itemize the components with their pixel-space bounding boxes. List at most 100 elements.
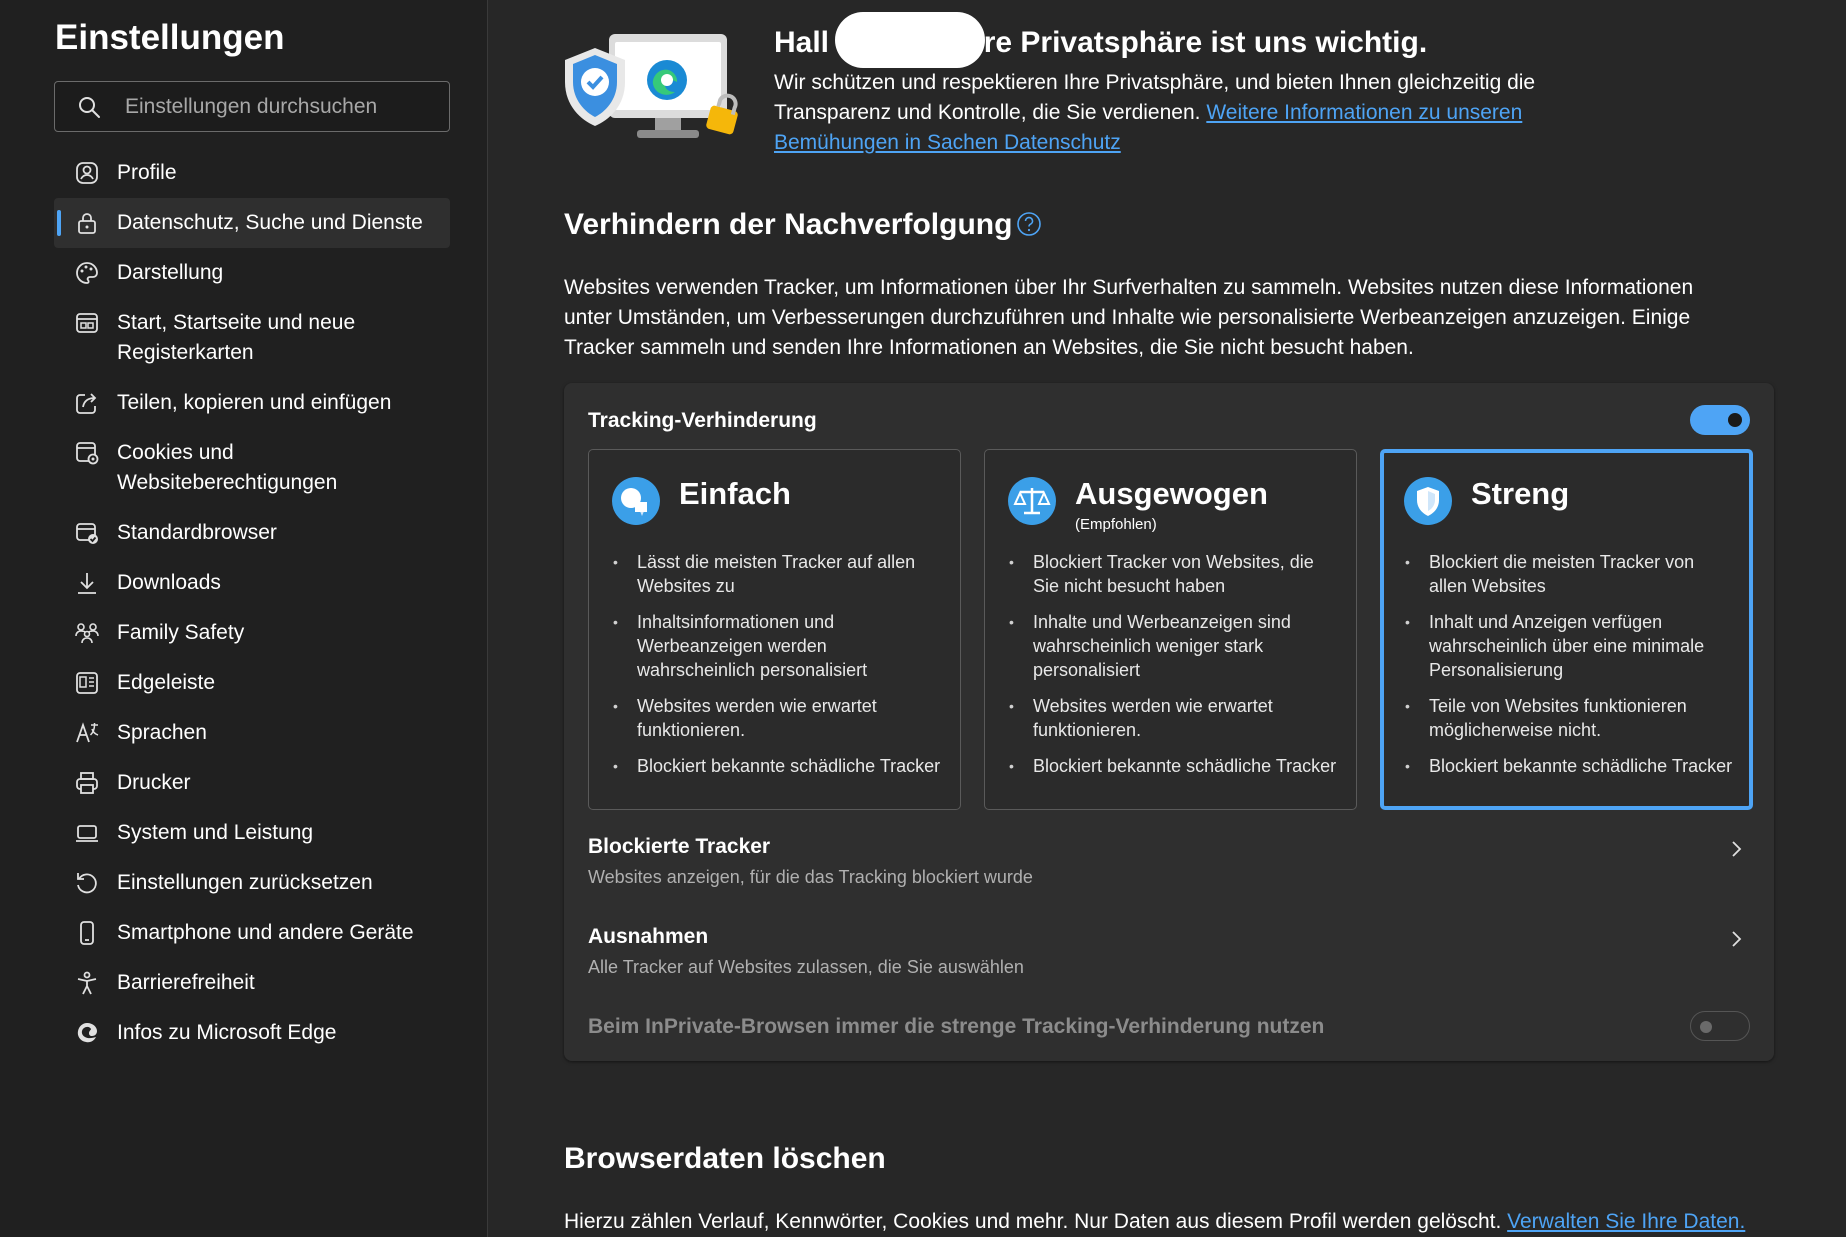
level-bullet: Blockiert die meisten Tracker von allen … bbox=[1403, 550, 1735, 598]
scale-icon bbox=[1008, 477, 1056, 525]
settings-search[interactable] bbox=[54, 81, 450, 132]
nav-item-label: Infos zu Microsoft Edge bbox=[117, 1021, 337, 1044]
settings-title: Einstellungen bbox=[55, 18, 285, 57]
search-input[interactable] bbox=[125, 94, 445, 119]
shield-icon bbox=[1404, 477, 1452, 525]
palette-icon bbox=[74, 260, 100, 286]
nav-item-label: Family Safety bbox=[117, 621, 245, 644]
level-bullet: Teile von Websites funktionieren möglich… bbox=[1403, 694, 1735, 742]
level-bullet: Websites werden wie erwartet funktionier… bbox=[611, 694, 946, 742]
row-subtitle: Websites anzeigen, für die das Tracking … bbox=[588, 867, 1033, 887]
sidebar: Einstellungen Profile Datenschutz, Suche… bbox=[0, 0, 488, 1237]
nav-item-label: Smartphone und andere Geräte bbox=[117, 921, 414, 944]
level-bullet: Blockiert bekannte schädliche Tracker bbox=[1007, 754, 1342, 778]
hero-title-start: Hall bbox=[774, 26, 830, 59]
nav-item-profile[interactable]: Profile bbox=[54, 148, 450, 198]
nav-item-edge-bar[interactable]: Edgeleiste bbox=[54, 658, 450, 708]
nav-item-label: Standardbrowser bbox=[117, 521, 277, 544]
nav-item-label: Darstellung bbox=[117, 261, 224, 284]
clear-data-description: Hierzu zählen Verlauf, Kennwörter, Cooki… bbox=[564, 1207, 1814, 1237]
nav-item-start-page[interactable]: Start, Startseite und neue Registerkarte… bbox=[54, 298, 450, 378]
tracking-card: Tracking-Verhinderung Einfach Lässt die … bbox=[564, 383, 1774, 1061]
inprivate-strict-label: Beim InPrivate-Browsen immer die strenge… bbox=[588, 1015, 1325, 1038]
profile-icon bbox=[74, 160, 100, 186]
nav-item-reset[interactable]: Einstellungen zurücksetzen bbox=[54, 858, 450, 908]
search-icon bbox=[79, 96, 100, 118]
download-icon bbox=[74, 570, 100, 596]
level-name: Streng bbox=[1471, 476, 1570, 511]
start-page-icon bbox=[74, 310, 100, 336]
nav-item-accessibility[interactable]: Barrierefreiheit bbox=[54, 958, 450, 1008]
hero-description: Wir schützen und respektieren Ihre Priva… bbox=[774, 68, 1564, 158]
laptop-icon bbox=[74, 820, 100, 846]
nav-item-appearance[interactable]: Darstellung bbox=[54, 248, 450, 298]
nav-item-privacy[interactable]: Datenschutz, Suche und Dienste bbox=[54, 198, 450, 248]
level-name: Einfach bbox=[679, 476, 791, 511]
nav-item-languages[interactable]: Sprachen bbox=[54, 708, 450, 758]
language-icon bbox=[74, 720, 100, 746]
default-browser-icon bbox=[74, 520, 100, 546]
nav-item-label: Downloads bbox=[117, 571, 221, 594]
row-subtitle: Alle Tracker auf Websites zulassen, die … bbox=[588, 957, 1024, 977]
tracking-toggle[interactable] bbox=[1690, 405, 1750, 435]
nav-item-system[interactable]: System und Leistung bbox=[54, 808, 450, 858]
nav-item-cookies[interactable]: Cookies und Websiteberechtigungen bbox=[54, 428, 450, 508]
chevron-right-icon bbox=[1732, 931, 1742, 947]
share-icon bbox=[74, 390, 100, 416]
exceptions-row[interactable]: Ausnahmen Alle Tracker auf Websites zula… bbox=[588, 925, 1750, 978]
reset-icon bbox=[74, 870, 100, 896]
toggle-knob bbox=[1728, 413, 1742, 427]
clear-data-text: Hierzu zählen Verlauf, Kennwörter, Cooki… bbox=[564, 1210, 1508, 1233]
nav-item-label: Drucker bbox=[117, 771, 191, 794]
chevron-right-icon bbox=[1732, 841, 1742, 857]
level-strict-card[interactable]: Streng Blockiert die meisten Tracker von… bbox=[1380, 449, 1753, 810]
settings-nav: Profile Datenschutz, Suche und Dienste D… bbox=[54, 148, 450, 1058]
toggle-knob bbox=[1700, 1021, 1712, 1033]
clear-data-heading: Browserdaten löschen bbox=[564, 1142, 886, 1175]
level-name: Ausgewogen bbox=[1075, 476, 1268, 511]
edge-icon bbox=[74, 1020, 100, 1046]
nav-item-label: Edgeleiste bbox=[117, 671, 216, 694]
row-title: Blockierte Tracker bbox=[588, 835, 771, 858]
level-bullet: Blockiert bekannte schädliche Tracker bbox=[1403, 754, 1735, 778]
row-title: Ausnahmen bbox=[588, 925, 709, 948]
level-bullet: Blockiert bekannte schädliche Tracker bbox=[611, 754, 946, 778]
level-bullet: Lässt die meisten Tracker auf allen Webs… bbox=[611, 550, 946, 598]
inprivate-strict-toggle[interactable] bbox=[1690, 1011, 1750, 1041]
nav-item-label: Einstellungen zurücksetzen bbox=[117, 871, 373, 894]
nav-item-label: Sprachen bbox=[117, 721, 207, 744]
nav-item-label: System und Leistung bbox=[117, 821, 314, 844]
level-bullet: Inhaltsinformationen und Werbeanzeigen w… bbox=[611, 610, 946, 682]
nav-item-label: Teilen, kopieren und einfügen bbox=[117, 391, 392, 414]
printer-icon bbox=[74, 770, 100, 796]
nav-item-label: Cookies und Websiteberechtigungen bbox=[117, 441, 338, 494]
sidebar-panel-icon bbox=[74, 670, 100, 696]
nav-item-share[interactable]: Teilen, kopieren und einfügen bbox=[54, 378, 450, 428]
level-basic-card[interactable]: Einfach Lässt die meisten Tracker auf al… bbox=[588, 449, 961, 810]
phone-icon bbox=[74, 920, 100, 946]
accessibility-icon bbox=[74, 970, 100, 996]
nav-item-phone[interactable]: Smartphone und andere Geräte bbox=[54, 908, 450, 958]
cookies-icon bbox=[74, 440, 100, 466]
level-balanced-card[interactable]: Ausgewogen (Empfohlen) Blockiert Tracker… bbox=[984, 449, 1357, 810]
nav-item-about-edge[interactable]: Infos zu Microsoft Edge bbox=[54, 1008, 450, 1058]
nav-item-downloads[interactable]: Downloads bbox=[54, 558, 450, 608]
level-subtitle: (Empfohlen) bbox=[1075, 516, 1157, 533]
blocked-trackers-row[interactable]: Blockierte Tracker Websites anzeigen, fü… bbox=[588, 835, 1750, 888]
help-icon[interactable] bbox=[1016, 211, 1042, 237]
nav-item-default-browser[interactable]: Standardbrowser bbox=[54, 508, 450, 558]
level-bullet: Websites werden wie erwartet funktionier… bbox=[1007, 694, 1342, 742]
level-bullets: Blockiert Tracker von Websites, die Sie … bbox=[1007, 550, 1342, 790]
main-content: Hall Ihre Privatsphäre ist uns wichtig. W… bbox=[489, 0, 1846, 1237]
redaction-mark bbox=[835, 12, 985, 68]
nav-item-label: Barrierefreiheit bbox=[117, 971, 255, 994]
nav-item-label: Datenschutz, Suche und Dienste bbox=[117, 211, 423, 234]
basic-shapes-icon bbox=[612, 477, 660, 525]
level-bullet: Blockiert Tracker von Websites, die Sie … bbox=[1007, 550, 1342, 598]
tracking-heading: Verhindern der Nachverfolgung bbox=[564, 208, 1013, 241]
nav-item-printer[interactable]: Drucker bbox=[54, 758, 450, 808]
nav-item-family-safety[interactable]: Family Safety bbox=[54, 608, 450, 658]
manage-data-link[interactable]: Verwalten Sie Ihre Daten. bbox=[1507, 1210, 1745, 1233]
family-icon bbox=[74, 620, 100, 646]
nav-item-label: Start, Startseite und neue Registerkarte… bbox=[117, 311, 356, 364]
